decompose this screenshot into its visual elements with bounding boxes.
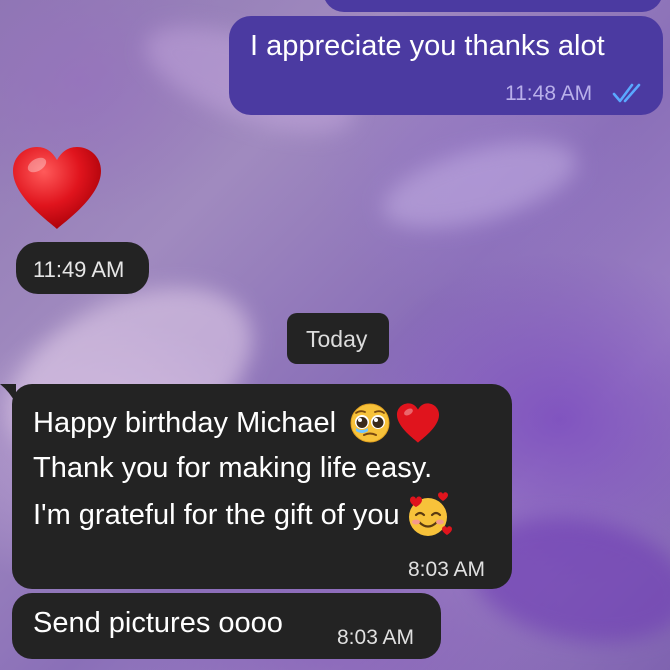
- message-timestamp: 8:03 AM: [408, 558, 486, 581]
- heart-emoji-message[interactable]: [11, 145, 103, 231]
- message-line-3: I'm grateful for the gift of you: [33, 491, 453, 537]
- outgoing-message-bubble[interactable]: I appreciate you thanks alot 11:48 AM: [229, 16, 663, 115]
- wallpaper-streak: [374, 125, 586, 245]
- message-text: I appreciate you thanks alot: [250, 30, 605, 62]
- smiling-face-with-hearts-icon: [409, 492, 453, 536]
- pleading-face-icon: [350, 403, 389, 443]
- message-timestamp: 8:03 AM: [337, 626, 415, 649]
- heart-timestamp-pill: 11:49 AM: [16, 242, 149, 294]
- date-separator: Today: [287, 313, 389, 364]
- message-line-1: Happy birthday Michael: [33, 400, 440, 446]
- incoming-message-bubble[interactable]: Happy birthday Michael Thank you for mak…: [12, 384, 512, 589]
- double-check-icon: [612, 83, 641, 103]
- previous-outgoing-bubble[interactable]: [323, 0, 663, 12]
- message-timestamp: 11:49 AM: [33, 257, 125, 282]
- red-heart-icon: [396, 403, 439, 443]
- red-heart-icon: [13, 147, 101, 229]
- message-line-2: Thank you for making life easy.: [33, 452, 433, 484]
- message-timestamp: 11:48 AM: [505, 82, 593, 105]
- incoming-message-bubble[interactable]: Send pictures oooo 8:03 AM: [12, 593, 441, 659]
- chat-background: I appreciate you thanks alot 11:48 AM 11…: [0, 0, 670, 670]
- message-text: Send pictures oooo: [33, 607, 283, 639]
- date-separator-label: Today: [306, 326, 368, 352]
